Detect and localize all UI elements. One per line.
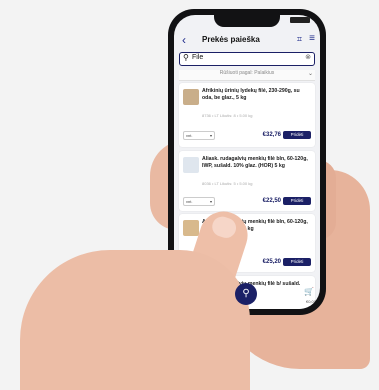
- phone-notch: [214, 15, 280, 27]
- product-price: €32,76: [262, 132, 281, 138]
- product-card[interactable]: Afrikinių ūrinių lydekų filė, 230-290g, …: [179, 83, 315, 147]
- chevron-down-icon: ▾: [209, 133, 212, 138]
- fingernail: [209, 214, 239, 241]
- unit-select[interactable]: vnt. ▾: [183, 197, 215, 206]
- product-price: €25,20: [262, 259, 281, 265]
- sort-label: Rūšiuoti pagal: Palaikius: [219, 70, 275, 76]
- product-image: [183, 220, 199, 236]
- chevron-down-icon: ⌄: [307, 71, 313, 77]
- product-price: €22,50: [262, 198, 281, 204]
- search-input[interactable]: ⚲ File ⊗: [179, 52, 315, 66]
- search-fab-button[interactable]: ⚲: [235, 283, 257, 305]
- unit-label: vnt.: [186, 133, 193, 138]
- sort-dropdown[interactable]: Rūšiuoti pagal: Palaikius ⌄: [179, 70, 315, 81]
- battery-icon: [290, 17, 310, 23]
- back-arrow-icon[interactable]: ‹: [182, 33, 186, 47]
- product-meta: 8736 • LT Likutis: 8 • 5.00 kg: [202, 113, 253, 118]
- cart-icon[interactable]: 🛒: [304, 287, 314, 296]
- chevron-down-icon: ▾: [209, 199, 212, 204]
- left-hand: [20, 250, 250, 390]
- top-bar: ‹ Prekės paieška ⌗ ≡: [174, 31, 320, 51]
- unit-label: vnt.: [186, 199, 193, 204]
- barcode-scan-icon[interactable]: ⌗: [297, 34, 302, 45]
- menu-icon[interactable]: ≡: [309, 33, 315, 44]
- product-image: [183, 89, 199, 105]
- product-meta: 8036 • LT Likutis: 5 • 5.00 kg: [202, 181, 253, 186]
- add-button[interactable]: Pridėti: [283, 197, 311, 205]
- page-title: Prekės paieška: [202, 35, 260, 44]
- product-name: Aliask. rudagalvių menkių filė bln, 60-1…: [202, 156, 308, 169]
- product-image: [183, 157, 199, 173]
- add-button[interactable]: Pridėti: [283, 258, 311, 266]
- cart-total: €0,00: [305, 299, 316, 304]
- unit-select[interactable]: vnt. ▾: [183, 131, 215, 140]
- search-icon: ⚲: [183, 53, 189, 62]
- add-button[interactable]: Pridėti: [283, 131, 311, 139]
- product-name: Afrikinių ūrinių lydekų filė, 230-290g, …: [202, 88, 300, 101]
- search-value: File: [192, 54, 204, 61]
- clear-search-icon[interactable]: ⊗: [305, 53, 311, 61]
- product-card[interactable]: Aliask. rudagalvių menkių filė bln, 60-1…: [179, 151, 315, 211]
